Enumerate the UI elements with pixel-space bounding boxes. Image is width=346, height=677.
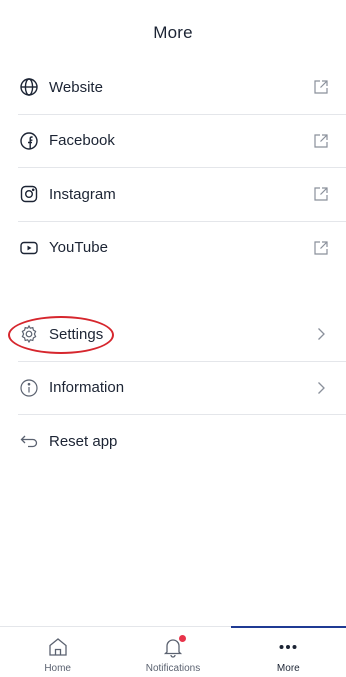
chevron-right-icon: [312, 379, 330, 397]
reset-app-label: Reset app: [49, 432, 118, 450]
header: More: [0, 0, 346, 66]
facebook-link[interactable]: Facebook: [0, 115, 346, 168]
globe-icon: [19, 77, 39, 97]
external-link-icon: [312, 78, 330, 96]
settings-item[interactable]: Settings: [0, 308, 346, 361]
website-link[interactable]: Website: [0, 61, 346, 114]
facebook-label: Facebook: [49, 132, 115, 150]
youtube-label: YouTube: [49, 239, 108, 257]
tab-more-label: More: [276, 663, 300, 674]
external-link-icon: [312, 185, 330, 203]
social-links-list: Website Facebook Instagram YouTube: [0, 61, 346, 274]
website-label: Website: [49, 78, 103, 96]
tab-notifications-label: Notifications: [145, 663, 201, 674]
youtube-icon: [19, 238, 39, 258]
more-dots-icon: [276, 635, 300, 659]
undo-arrow-icon: [19, 431, 39, 451]
page-title: More: [153, 23, 193, 42]
info-icon: [19, 378, 39, 398]
settings-label: Settings: [49, 325, 104, 343]
youtube-link[interactable]: YouTube: [0, 222, 346, 275]
tab-notifications[interactable]: Notifications: [115, 627, 230, 677]
chevron-right-icon: [312, 325, 330, 343]
tab-more[interactable]: More: [230, 626, 346, 677]
instagram-link[interactable]: Instagram: [0, 168, 346, 221]
facebook-icon: [19, 131, 39, 151]
information-label: Information: [49, 379, 125, 397]
gear-icon: [19, 324, 39, 344]
reset-app-item[interactable]: Reset app: [0, 415, 346, 468]
tab-home[interactable]: Home: [0, 627, 115, 677]
bottom-tab-bar: Home Notifications More: [0, 626, 346, 677]
home-icon: [46, 635, 70, 659]
information-item[interactable]: Information: [0, 362, 346, 415]
external-link-icon: [312, 239, 330, 257]
instagram-icon: [19, 184, 39, 204]
external-link-icon: [312, 132, 330, 150]
instagram-label: Instagram: [49, 185, 116, 203]
notification-badge: [178, 635, 186, 642]
tab-home-label: Home: [44, 663, 71, 674]
app-options-list: Settings Information Reset app: [0, 308, 346, 468]
